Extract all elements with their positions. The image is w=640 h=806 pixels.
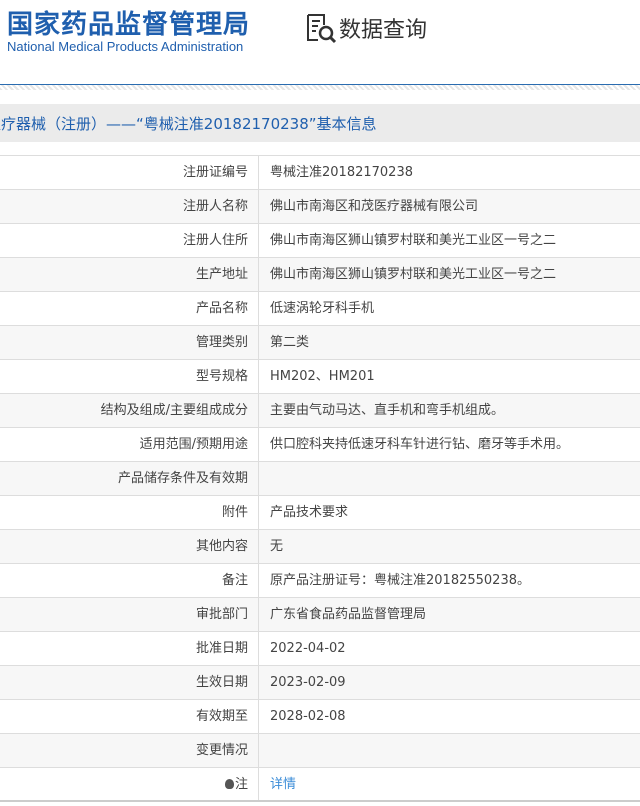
row-value: 无 <box>270 539 284 554</box>
note-label: 注 <box>234 777 248 792</box>
row-value: 佛山市南海区狮山镇罗村联和美光工业区一号之二 <box>270 233 557 248</box>
row-label: 附件 <box>0 496 259 529</box>
row-value <box>259 734 270 767</box>
row-label: 生产地址 <box>0 258 259 291</box>
row-label: 有效期至 <box>0 700 259 733</box>
row-value: 主要由气动马达、直手机和弯手机组成。 <box>270 403 505 418</box>
table-row: 注册证编号 粤械注准20182170238 <box>0 156 640 190</box>
row-value: 原产品注册证号：粤械注准20182550238。 <box>270 573 530 588</box>
row-value: 供口腔科夹持低速牙科车针进行钻、磨牙等手术用。 <box>270 437 570 452</box>
row-value: 低速涡轮牙科手机 <box>270 301 375 316</box>
row-value: 2028-02-08 <box>270 709 346 724</box>
row-label: 批准日期 <box>0 632 259 665</box>
table-row: 注册人名称 佛山市南海区和茂医疗器械有限公司 <box>0 190 640 224</box>
table-row: 生产地址 佛山市南海区狮山镇罗村联和美光工业区一号之二 <box>0 258 640 292</box>
data-query-label: 数据查询 <box>339 18 428 43</box>
table-row: 批准日期 2022-04-02 <box>0 632 640 666</box>
lightbulb-icon <box>224 779 234 789</box>
table-row: 生效日期 2023-02-09 <box>0 666 640 700</box>
row-label: 生效日期 <box>0 666 259 699</box>
row-value: 佛山市南海区狮山镇罗村联和美光工业区一号之二 <box>270 267 557 282</box>
header-divider <box>0 84 640 90</box>
row-label: 型号规格 <box>0 360 259 393</box>
row-label: 审批部门 <box>0 598 259 631</box>
row-value: HM202、HM201 <box>270 369 375 384</box>
details-link[interactable]: 详情 <box>270 777 296 792</box>
info-table: 注册证编号 粤械注准20182170238 注册人名称 佛山市南海区和茂医疗器械有限公… <box>0 155 640 802</box>
row-label: 产品储存条件及有效期 <box>0 462 259 495</box>
row-value: 产品技术要求 <box>270 505 349 520</box>
row-label: 其他内容 <box>0 530 259 563</box>
table-row: 注册人住所 佛山市南海区狮山镇罗村联和美光工业区一号之二 <box>0 224 640 258</box>
row-label: 适用范围/预期用途 <box>0 428 259 461</box>
row-value: 2023-02-09 <box>270 675 346 690</box>
table-row: 产品名称 低速涡轮牙科手机 <box>0 292 640 326</box>
row-label: 备注 <box>0 564 259 597</box>
data-query-heading: 数据查询 <box>305 12 427 44</box>
row-label: 注册人名称 <box>0 190 259 223</box>
row-value: 详情 <box>259 768 296 800</box>
table-row: 产品储存条件及有效期 <box>0 462 640 496</box>
table-row-note: 注 详情 <box>0 768 640 802</box>
table-row: 结构及组成/主要组成成分 主要由气动马达、直手机和弯手机组成。 <box>0 394 640 428</box>
row-value: 粤械注准20182170238 <box>270 165 413 180</box>
row-value: 2022-04-02 <box>270 641 346 656</box>
row-label: 产品名称 <box>0 292 259 325</box>
row-label: 结构及组成/主要组成成分 <box>0 394 259 427</box>
logo-subtitle: National Medical Products Administration <box>7 39 244 54</box>
table-row: 附件 产品技术要求 <box>0 496 640 530</box>
logo-title: 国家药品监督管理局 <box>7 10 251 40</box>
table-row: 型号规格 HM202、HM201 <box>0 360 640 394</box>
table-row: 变更情况 <box>0 734 640 768</box>
row-value: 第二类 <box>270 335 310 350</box>
page-title-bar: 医疗器械（注册）——“粤械注准20182170238”基本信息 <box>0 104 640 142</box>
row-label: 注册证编号 <box>0 156 259 189</box>
row-value: 佛山市南海区和茂医疗器械有限公司 <box>270 199 479 214</box>
table-row: 审批部门 广东省食品药品监督管理局 <box>0 598 640 632</box>
table-row: 备注 原产品注册证号：粤械注准20182550238。 <box>0 564 640 598</box>
row-label: 管理类别 <box>0 326 259 359</box>
row-label: 注册人住所 <box>0 224 259 257</box>
table-row: 管理类别 第二类 <box>0 326 640 360</box>
document-search-icon <box>307 14 337 44</box>
row-value <box>259 462 270 495</box>
row-label: 注 <box>0 768 259 800</box>
row-label: 变更情况 <box>0 734 259 767</box>
table-row: 适用范围/预期用途 供口腔科夹持低速牙科车针进行钻、磨牙等手术用。 <box>0 428 640 462</box>
table-row: 其他内容无 <box>0 530 640 564</box>
page-title: 医疗器械（注册）——“粤械注准20182170238”基本信息 <box>0 114 377 133</box>
table-row: 有效期至 2028-02-08 <box>0 700 640 734</box>
row-value: 广东省食品药品监督管理局 <box>270 607 427 622</box>
